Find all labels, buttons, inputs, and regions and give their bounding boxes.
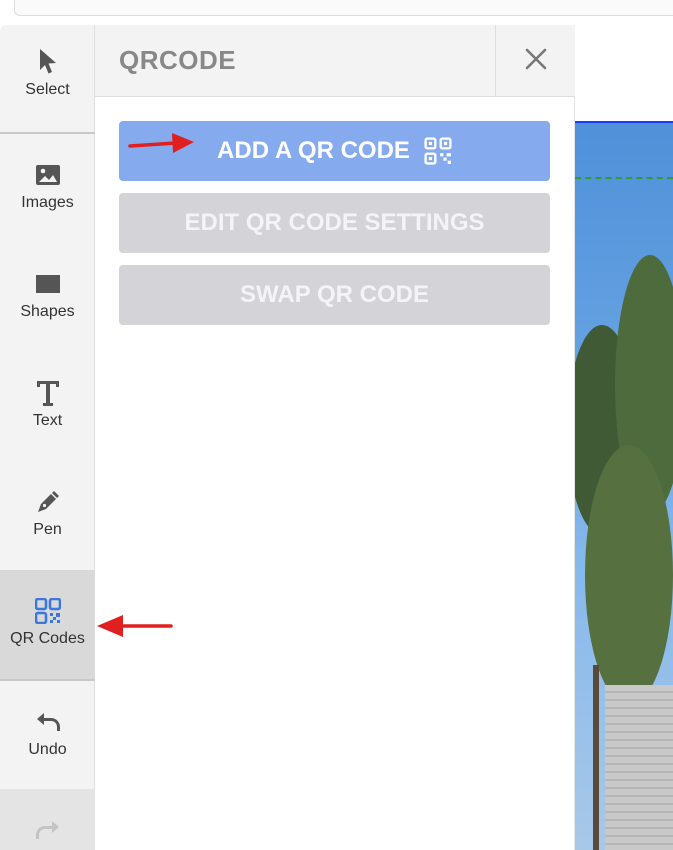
tool-qr-codes[interactable]: QR Codes	[0, 570, 95, 679]
redo-icon	[35, 815, 61, 845]
swap-qr-code-label: SWAP QR CODE	[240, 281, 429, 308]
tool-label: Shapes	[20, 303, 75, 320]
add-qr-code-label: ADD A QR CODE	[217, 137, 410, 164]
panel-title: QRCODE	[119, 45, 237, 75]
text-icon	[35, 378, 61, 408]
tool-pen[interactable]: Pen	[0, 487, 95, 539]
close-icon	[525, 48, 547, 75]
cursor-icon	[36, 47, 60, 77]
qr-editor-page: Select Images Shapes Text Pen QR Codes U…	[0, 0, 673, 850]
edit-qr-code-settings-label: EDIT QR CODE SETTINGS	[184, 209, 485, 236]
rail-divider	[0, 132, 95, 134]
tool-text[interactable]: Text	[0, 378, 95, 430]
qr-code-icon	[34, 596, 61, 626]
tool-shapes[interactable]: Shapes	[0, 269, 95, 321]
tool-rail: Select Images Shapes Text Pen QR Codes U…	[0, 25, 95, 850]
tool-label: Pen	[33, 521, 62, 538]
tool-label: Select	[25, 81, 70, 98]
tool-images[interactable]: Images	[0, 160, 95, 212]
tree-trunk	[593, 665, 599, 850]
tool-label: Undo	[28, 741, 67, 758]
annotation-arrow-left-icon	[97, 615, 173, 637]
panel-header: QRCODE	[95, 25, 575, 97]
swap-qr-code-button[interactable]: SWAP QR CODE	[119, 265, 550, 325]
design-canvas[interactable]	[575, 25, 673, 850]
image-icon	[35, 160, 61, 190]
tool-select[interactable]: Select	[0, 47, 95, 99]
canvas-selection-edge	[575, 121, 673, 123]
edit-qr-code-settings-button[interactable]: EDIT QR CODE SETTINGS	[119, 193, 550, 253]
canvas-guide-line	[575, 177, 673, 179]
tool-label: QR Codes	[10, 630, 85, 647]
rectangle-icon	[35, 269, 61, 299]
house-siding	[605, 685, 673, 850]
top-input-strip[interactable]	[14, 0, 673, 16]
qr-code-icon	[424, 137, 452, 165]
tool-redo[interactable]	[0, 789, 95, 850]
annotation-arrow-right-icon	[128, 133, 194, 153]
undo-icon	[35, 707, 61, 737]
rail-divider	[0, 679, 95, 681]
tool-label: Images	[21, 194, 74, 211]
tool-label: Text	[32, 412, 63, 429]
pen-icon	[35, 487, 61, 517]
tool-undo[interactable]: Undo	[0, 707, 95, 759]
close-button[interactable]	[495, 25, 575, 97]
